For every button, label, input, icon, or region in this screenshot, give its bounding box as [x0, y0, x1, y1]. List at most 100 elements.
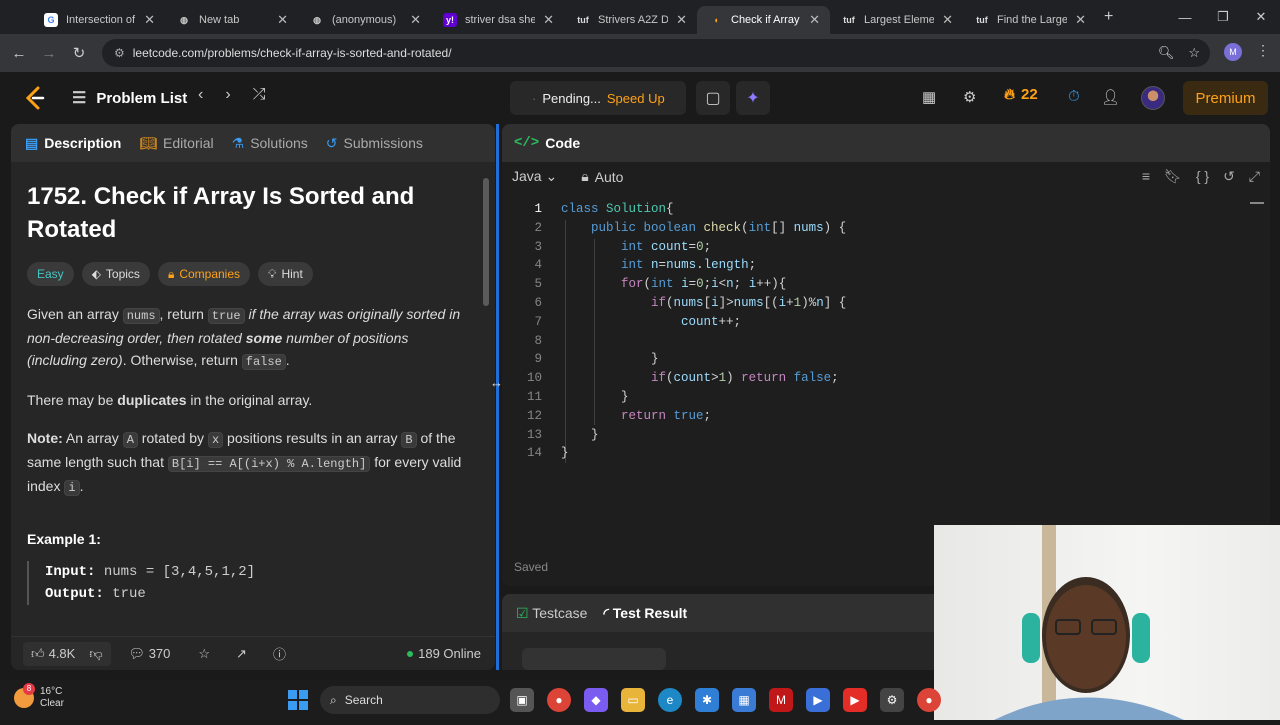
bookmark-star-icon[interactable]: ☆	[1188, 45, 1200, 61]
fullscreen-icon[interactable]: ⤢	[1249, 168, 1260, 185]
close-tab-icon[interactable]: ✕	[676, 12, 687, 28]
notes-icon[interactable]: ▢	[696, 81, 730, 115]
store-icon[interactable]: ▦	[732, 688, 756, 712]
edge-icon[interactable]: e	[658, 688, 682, 712]
copilot-icon[interactable]: ◆	[584, 688, 608, 712]
panel-divider[interactable]	[496, 124, 499, 670]
share-icon[interactable]: ↗	[236, 646, 247, 662]
favorite-star-icon[interactable]: ☆	[198, 646, 210, 662]
close-tab-icon[interactable]: ✕	[1075, 12, 1086, 28]
mcafee-icon[interactable]: M	[769, 688, 793, 712]
forward-icon[interactable]: →	[34, 45, 64, 62]
comment-button[interactable]: 💬︎ 370	[129, 646, 171, 662]
windows-start-icon[interactable]	[288, 690, 308, 710]
tab-testcase[interactable]: ☑ Testcase	[516, 605, 587, 622]
close-tab-icon[interactable]: ✕	[410, 12, 421, 28]
code-icon: </>	[514, 135, 540, 151]
file-explorer-icon[interactable]: ▭	[621, 688, 645, 712]
close-tab-icon[interactable]: ✕	[543, 12, 554, 28]
browser-tab[interactable]: ◍ New tab ✕	[165, 6, 298, 34]
description-scrollbar[interactable]	[483, 164, 489, 640]
app-icon[interactable]: ▶	[806, 688, 830, 712]
taskbar-search[interactable]: ⌕ Search	[320, 686, 500, 714]
site-info-icon[interactable]: ⚙	[114, 46, 125, 60]
add-friend-icon[interactable]: 👤︎	[1101, 88, 1120, 106]
code-token: ] {	[823, 295, 847, 310]
close-tab-icon[interactable]: ✕	[277, 12, 288, 28]
code-token: ;	[748, 258, 757, 273]
help-icon[interactable]: ⓘ	[273, 644, 286, 663]
braces-icon[interactable]: { }	[1196, 168, 1209, 185]
thumbs-down-icon[interactable]: 👎︎	[89, 646, 102, 662]
back-icon[interactable]: ←	[4, 45, 34, 62]
layout-grid-icon[interactable]: ▦	[922, 88, 936, 106]
tab-test-result[interactable]: ◜ Test Result	[603, 605, 687, 622]
browser-tab[interactable]: tuf Largest Element ✕	[830, 6, 963, 34]
indent-guide	[565, 220, 566, 463]
premium-button[interactable]: Premium	[1183, 81, 1268, 115]
list-icon: ☰	[72, 90, 87, 107]
leetcode-logo-icon[interactable]	[24, 86, 46, 110]
companies-pill[interactable]: 🔒︎ Companies	[157, 262, 251, 286]
prev-problem-icon[interactable]: ‹	[198, 86, 203, 104]
tab-description[interactable]: ▤ Description	[25, 135, 121, 152]
code-token: true	[673, 408, 704, 423]
browser-tab[interactable]: G Intersection of Tw ✕	[32, 6, 165, 34]
close-tab-icon[interactable]: ✕	[942, 12, 953, 28]
bookmark-icon[interactable]: 🔖︎	[1164, 168, 1182, 185]
code-heading: Code	[545, 135, 581, 151]
problem-list-button[interactable]: ☰ Problem List	[72, 88, 187, 108]
minimize-icon[interactable]: —	[1166, 0, 1204, 34]
browser-tab[interactable]: tuf Strivers A2Z DSA ✕	[564, 6, 697, 34]
maximize-icon[interactable]: ❐	[1204, 0, 1242, 34]
shuffle-icon[interactable]: ⤮	[253, 86, 266, 104]
chrome-icon[interactable]: ●	[547, 688, 571, 712]
scrollbar-thumb[interactable]	[483, 178, 489, 306]
profile-avatar[interactable]: M	[1224, 43, 1242, 61]
line-number: 9	[534, 352, 542, 367]
topics-pill[interactable]: ⬖ Topics	[81, 262, 150, 286]
task-view-icon[interactable]: ▣	[510, 688, 534, 712]
code-token: }	[561, 352, 659, 367]
close-tab-icon[interactable]: ✕	[144, 12, 155, 28]
close-tab-icon[interactable]: ✕	[809, 12, 820, 28]
next-problem-icon[interactable]: ›	[225, 86, 230, 104]
flame-icon: 🔥︎	[1004, 86, 1016, 103]
youtube-icon[interactable]: ▶	[843, 688, 867, 712]
format-icon[interactable]: ≡	[1142, 168, 1150, 185]
ai-sparkle-icon[interactable]: ✦	[736, 81, 770, 115]
auto-mode[interactable]: 🔒︎ Auto	[581, 168, 623, 185]
speed-up-link[interactable]: Speed Up	[607, 91, 665, 106]
windows-taskbar: 8 16°C Clear ⌕ Search ▣ ● ◆ ▭ e ✱ ▦ M ▶ ▶ …	[0, 680, 941, 720]
browser-tab[interactable]: ◖ Check if Array Is ✕	[697, 6, 830, 34]
browser-menu-icon[interactable]: ⋮	[1256, 42, 1270, 59]
code-token: i	[711, 277, 719, 292]
browser-tab[interactable]: y! striver dsa sheet ✕	[431, 6, 564, 34]
reset-icon[interactable]: ↺	[1223, 168, 1235, 185]
code-token: int	[651, 277, 682, 292]
like-button[interactable]: 👍︎ 4.8K 👎︎	[23, 641, 111, 666]
timer-icon[interactable]: ⏱	[1068, 88, 1080, 105]
close-window-icon[interactable]: ✕	[1242, 0, 1280, 34]
tab-submissions[interactable]: ↺ Submissions	[326, 135, 423, 152]
hint-pill[interactable]: 💡︎ Hint	[258, 262, 313, 286]
note-paragraph: Note: An array A rotated by x positions …	[27, 427, 467, 499]
browser-tab[interactable]: ◍ (anonymous) ✕	[298, 6, 431, 34]
tab-solutions[interactable]: ⚗ Solutions	[232, 135, 308, 152]
tab-editorial[interactable]: 📖︎ Editorial	[139, 135, 213, 152]
browser-tab[interactable]: tuf Find the Largest ✕	[963, 6, 1096, 34]
line-text: return true;	[561, 409, 711, 423]
streak-counter[interactable]: 🔥︎ 22	[1004, 86, 1038, 103]
user-avatar[interactable]	[1141, 86, 1165, 110]
url-field[interactable]: ⚙ leetcode.com/problems/check-if-array-i…	[102, 39, 1210, 67]
settings-app-icon[interactable]: ⚙	[880, 688, 904, 712]
language-select[interactable]: Java ⌄	[512, 168, 557, 185]
settings-gear-icon[interactable]: ⚙	[963, 88, 976, 106]
reload-icon[interactable]: ↻	[64, 44, 94, 62]
zoom-icon[interactable]: 🔍︎	[1158, 45, 1175, 61]
weather-widget[interactable]: 8 16°C Clear	[14, 683, 64, 710]
chrome-active-icon[interactable]: ●	[917, 688, 941, 712]
pending-text: Pending...	[542, 90, 601, 106]
new-tab-button[interactable]: +	[1104, 8, 1113, 26]
vscode-icon[interactable]: ✱	[695, 688, 719, 712]
